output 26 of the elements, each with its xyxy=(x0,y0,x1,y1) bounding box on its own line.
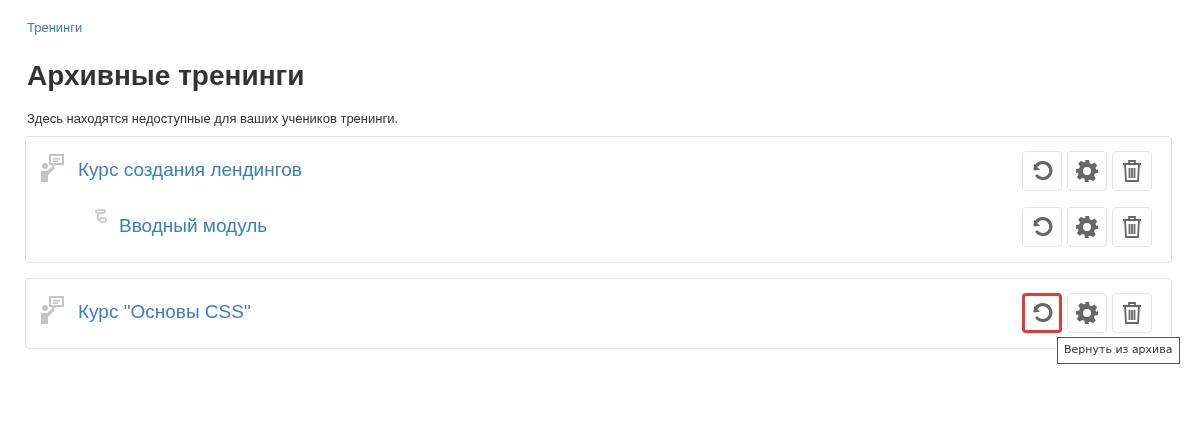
breadcrumb-link[interactable]: Тренинги xyxy=(27,18,1175,38)
course-link[interactable]: Курс создания лендингов xyxy=(78,157,302,183)
tooltip: Вернуть из архива xyxy=(1057,337,1180,364)
trash-icon xyxy=(1121,215,1143,239)
delete-button[interactable] xyxy=(1112,151,1152,191)
undo-icon xyxy=(1030,159,1054,183)
settings-button[interactable] xyxy=(1067,207,1107,247)
course-link[interactable]: Курс "Основы CSS" xyxy=(78,299,251,325)
undo-icon xyxy=(1030,215,1054,239)
teacher-board-icon xyxy=(40,153,66,183)
settings-button[interactable] xyxy=(1067,151,1107,191)
settings-icon xyxy=(1075,301,1099,325)
settings-icon xyxy=(1075,159,1099,183)
module-icon xyxy=(95,209,107,225)
teacher-board-icon xyxy=(40,295,66,325)
settings-icon xyxy=(1075,215,1099,239)
trash-icon xyxy=(1121,301,1143,325)
delete-button[interactable] xyxy=(1112,293,1152,333)
trash-icon xyxy=(1121,159,1143,183)
page-title: Архивные тренинги xyxy=(27,58,306,93)
page-description: Здесь находятся недоступные для ваших учеников тренинги. xyxy=(27,109,400,128)
undo-icon xyxy=(1030,301,1054,325)
delete-button[interactable] xyxy=(1112,207,1152,247)
module-link[interactable]: Вводный модуль xyxy=(119,213,268,239)
settings-button[interactable] xyxy=(1067,293,1107,333)
restore-button[interactable] xyxy=(1022,293,1062,333)
